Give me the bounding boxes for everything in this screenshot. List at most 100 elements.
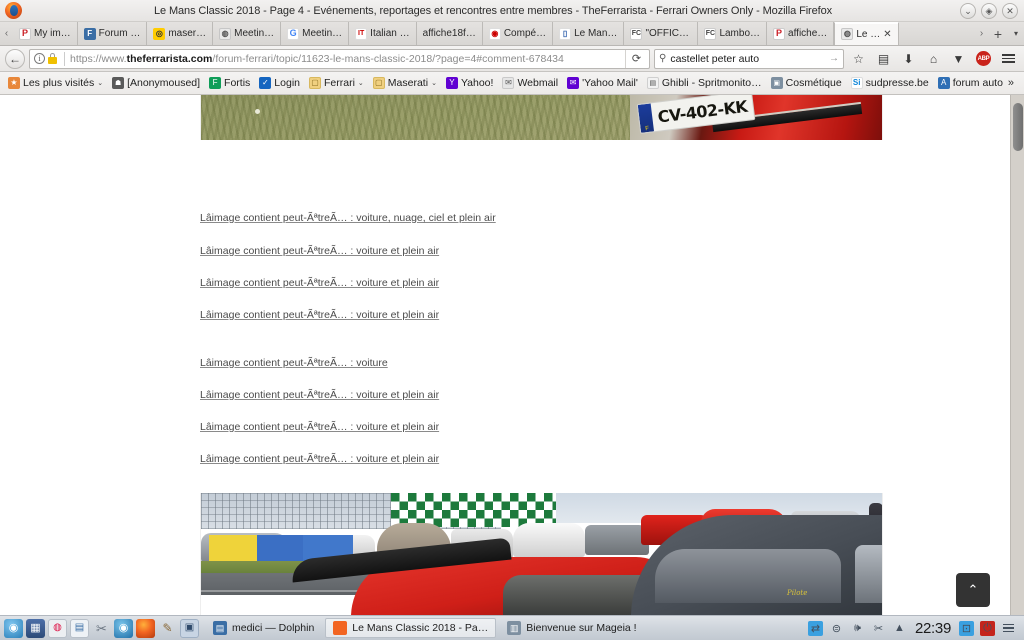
vertical-scrollbar[interactable]	[1010, 95, 1024, 615]
maximize-button[interactable]: ◈	[981, 3, 997, 19]
folder-icon: ▢	[372, 77, 385, 89]
firefox-launcher-icon[interactable]	[136, 618, 155, 638]
bookmark-label: Login	[274, 77, 300, 89]
bookmark-10[interactable]: ▣ Cosmétique	[767, 76, 846, 90]
task-mageia-welcome[interactable]: ▥ Bienvenue sur Mageia !	[500, 618, 643, 638]
bookmark-5[interactable]: ▢ Maserati ⌄	[369, 76, 441, 90]
home-icon[interactable]: ⌂	[923, 48, 944, 69]
tab-scroll-left-button[interactable]: ‹	[0, 22, 13, 45]
image-description-link[interactable]: Lâimage contient peut-ÃªtreÃ… : voiture,…	[200, 212, 496, 224]
bookmark-6[interactable]: Y Yahoo!	[442, 76, 498, 90]
tab-label: Forum …	[98, 28, 141, 39]
bookmark-11[interactable]: Si sudpresse.be	[847, 76, 933, 90]
tab-7[interactable]: ◉ Compé…	[483, 22, 554, 45]
power-icon[interactable]: ⏻	[980, 620, 995, 636]
search-go-icon[interactable]: →	[829, 53, 839, 64]
grey-car-window	[655, 549, 841, 603]
pinterest-icon: P	[773, 27, 786, 40]
bookmark-2[interactable]: F Fortis	[205, 76, 254, 90]
bookmark-label: Ghibli - Spritmonito…	[661, 77, 762, 89]
image-description-link[interactable]: Lâimage contient peut-ÃªtreÃ… : voiture …	[200, 453, 439, 465]
kde-settings-icon[interactable]: ◉	[114, 618, 133, 638]
back-button[interactable]: ←	[5, 48, 25, 69]
tab-3[interactable]: ◍ Meetin…	[213, 22, 282, 45]
url-separator	[64, 51, 65, 66]
bookmark-9[interactable]: ▤ Ghibli - Spritmonito…	[643, 76, 766, 90]
bookmark-3[interactable]: ✓ Login	[255, 76, 304, 90]
system-tools-icon[interactable]: ✂	[92, 619, 111, 638]
minimize-button[interactable]: ⌄	[960, 3, 976, 19]
tab-11[interactable]: Paffiche…	[767, 22, 835, 45]
network-icon[interactable]: ⇄	[807, 620, 823, 636]
insecure-lock-icon[interactable]	[47, 52, 59, 65]
show-desktop-icon[interactable]: ▦	[26, 618, 45, 638]
downloads-icon[interactable]: ⬇	[898, 48, 919, 69]
tab-5[interactable]: IT Italian …	[349, 22, 417, 45]
scroll-to-top-button[interactable]: ⌃	[956, 573, 990, 607]
tab-close-icon[interactable]: ✕	[883, 29, 891, 40]
mageia-menu-icon[interactable]: ◉	[4, 618, 23, 638]
clipboard-icon[interactable]: ✂	[871, 621, 886, 636]
bookmark-star-icon[interactable]: ☆	[848, 48, 869, 69]
lock-screen-icon[interactable]: ⊡	[959, 620, 974, 636]
bg-car-white-3	[513, 523, 585, 557]
scrollbar-thumb[interactable]	[1013, 103, 1023, 151]
library-icon[interactable]: ▤	[873, 48, 894, 69]
image-description-link[interactable]: Lâimage contient peut-ÃªtreÃ… : voiture …	[200, 245, 439, 257]
tab-4[interactable]: G Meetin…	[281, 22, 350, 45]
reload-button[interactable]: ⟳	[625, 49, 647, 68]
new-tab-button[interactable]: +	[988, 22, 1008, 45]
gimp-icon[interactable]: ✎	[158, 619, 177, 638]
image-description-link[interactable]: Lâimage contient peut-ÃªtreÃ… : voiture	[200, 357, 388, 369]
tab-1[interactable]: F Forum …	[78, 22, 148, 45]
bookmark-1[interactable]: ☗ [Anonymoused]	[108, 76, 204, 90]
screenshot-icon[interactable]: ▣	[180, 618, 199, 638]
panel-menu-icon[interactable]	[1001, 621, 1016, 636]
list-all-tabs-button[interactable]: ▾	[1008, 22, 1024, 45]
updates-icon[interactable]: ⊜	[829, 621, 844, 636]
tab-12[interactable]: ◍ Le … ✕	[834, 22, 899, 45]
bookmark-4[interactable]: ▢ Ferrari ⌄	[305, 76, 368, 90]
browser-window: Le Mans Classic 2018 - Page 4 - Evénemen…	[0, 0, 1024, 640]
tab-10[interactable]: FC Lambo…	[698, 22, 768, 45]
search-bar[interactable]: ⚲ castellet peter auto →	[654, 48, 844, 69]
tab-label: Italian …	[370, 28, 410, 39]
adblock-plus-icon[interactable]: ABP	[973, 48, 994, 69]
image-description-link[interactable]: Lâimage contient peut-ÃªtreÃ… : voiture …	[200, 309, 439, 321]
bookmark-12[interactable]: Aforum auto	[934, 76, 1007, 90]
tab-scroll-right-button[interactable]: ›	[975, 22, 988, 45]
file-manager-icon[interactable]: ▤	[70, 618, 89, 638]
volume-icon[interactable]: 🕪	[850, 621, 865, 636]
color-picker-icon[interactable]: ◍	[48, 618, 67, 638]
bookmark-0[interactable]: ★ Les plus visités ⌄	[4, 76, 107, 90]
bookmark-7[interactable]: ✉ Webmail	[498, 76, 562, 90]
url-bar[interactable]: i https://www.theferrarista.com/forum-fe…	[29, 48, 650, 69]
tab-strip: P My im… F Forum … ◎ maser… ◍ Meetin… G Meetin… IT…	[13, 22, 975, 45]
image-description-link[interactable]: Lâimage contient peut-ÃªtreÃ… : voiture …	[200, 421, 439, 433]
photo-paddock-porsches[interactable]: Pilote	[200, 493, 883, 615]
page-info-icon[interactable]: i	[34, 53, 45, 64]
login-icon: ✓	[259, 77, 272, 89]
clock[interactable]: 22:39	[913, 620, 953, 637]
image-description-link[interactable]: Lâimage contient peut-ÃªtreÃ… : voiture …	[200, 277, 439, 289]
image-description-link[interactable]: Lâimage contient peut-ÃªtreÃ… : voiture …	[200, 389, 439, 401]
search-input[interactable]: castellet peter auto	[670, 53, 825, 65]
tab-0[interactable]: P My im…	[13, 22, 78, 45]
fortis-icon: F	[209, 77, 222, 89]
task-firefox[interactable]: Le Mans Classic 2018 - Pa…	[325, 618, 497, 638]
bookmarks-overflow-button[interactable]: »	[1008, 77, 1020, 89]
bookmark-8[interactable]: ✉ 'Yahoo Mail'	[563, 76, 642, 90]
photo-red-car-grass[interactable]: F CV-402-KK	[200, 95, 883, 140]
tray-expand-icon[interactable]: ▲	[892, 621, 907, 636]
tab-8[interactable]: ▯ Le Man…	[553, 22, 625, 45]
tab-9[interactable]: FC "OFFICI…	[624, 22, 699, 45]
tab-2[interactable]: ◎ maser…	[147, 22, 214, 45]
close-button[interactable]: ✕	[1002, 3, 1018, 19]
tab-6[interactable]: affiche18f…	[417, 22, 483, 45]
globe-icon: ◍	[219, 27, 232, 40]
menu-icon[interactable]	[998, 48, 1019, 69]
url-prefix: https://www.	[70, 52, 127, 65]
site-identity-box[interactable]: i	[34, 52, 59, 65]
pocket-icon[interactable]: ▼	[948, 48, 969, 69]
task-dolphin[interactable]: ▤ medici — Dolphin	[206, 618, 321, 638]
